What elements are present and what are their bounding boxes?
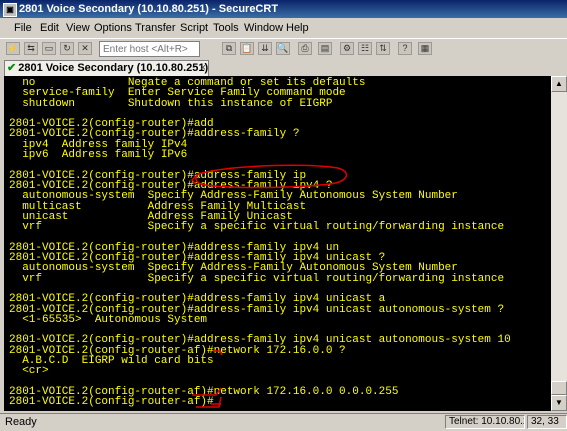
copy-paste-icon[interactable]: ⇊ (258, 42, 272, 55)
session-options-icon[interactable]: ⚙ (340, 42, 354, 55)
sftp-icon[interactable]: ⇅ (376, 42, 390, 55)
scroll-thumb[interactable] (551, 381, 567, 395)
terminal-line: ipv6 Address family IPv6 (9, 149, 188, 162)
menu-file[interactable]: File (14, 22, 32, 34)
app-icon: ▣ (3, 3, 17, 17)
help-icon[interactable]: ? (398, 42, 412, 55)
terminal-output[interactable]: no Negate a command or set its defaults … (4, 76, 551, 411)
session-tab-strip: ✔ 2801 Voice Secondary (10.10.80.251) × (0, 59, 567, 76)
connected-check-icon: ✔ (7, 62, 17, 74)
title-bar: ▣ 2801 Voice Secondary (10.10.80.251) - … (0, 0, 567, 18)
menu-script[interactable]: Script (180, 22, 208, 34)
terminal-line: vrf Specify a specific virtual routing/f… (9, 221, 505, 234)
terminal-line: <cr> (9, 365, 49, 378)
session-tab[interactable]: ✔ 2801 Voice Secondary (10.10.80.251) × (4, 60, 209, 76)
quick-connect-icon[interactable]: ⇆ (24, 42, 38, 55)
status-connection: Telnet: 10.10.80.251 (445, 415, 525, 429)
menu-options[interactable]: Options (94, 22, 132, 34)
menu-help[interactable]: Help (286, 22, 309, 34)
menu-window[interactable]: Window (244, 22, 283, 34)
host-input[interactable] (99, 41, 200, 57)
connect-icon[interactable]: ⚡ (6, 42, 20, 55)
terminal-line: vrf Specify a specific virtual routing/f… (9, 272, 505, 285)
menu-transfer[interactable]: Transfer (135, 22, 176, 34)
menu-tools[interactable]: Tools (213, 22, 239, 34)
terminal-line: 2801-VOICE.2(config-router)#address-fami… (9, 293, 386, 306)
disconnect-icon[interactable]: ✕ (78, 42, 92, 55)
find-icon[interactable]: 🔍 (276, 42, 290, 55)
scroll-up-icon[interactable]: ▲ (551, 76, 567, 92)
paste-icon[interactable]: 📋 (240, 42, 254, 55)
global-options-icon[interactable]: ☷ (358, 42, 372, 55)
status-bar: Ready Telnet: 10.10.80.251 32, 33 (0, 413, 567, 431)
connect-tab-icon[interactable]: ▭ (42, 42, 56, 55)
session-tab-label: 2801 Voice Secondary (10.10.80.251) (18, 62, 209, 74)
window-title: 2801 Voice Secondary (10.10.80.251) - Se… (19, 3, 279, 15)
reconnect-icon[interactable]: ↻ (60, 42, 74, 55)
status-cursor-position: 32, 33 (527, 415, 567, 429)
copy-icon[interactable]: ⧉ (222, 42, 236, 55)
menu-edit[interactable]: Edit (40, 22, 59, 34)
close-tab-icon[interactable]: × (200, 61, 206, 76)
print-selection-icon[interactable]: ▤ (318, 42, 332, 55)
scroll-down-icon[interactable]: ▼ (551, 395, 567, 411)
terminal-line: 2801-VOICE.2(config-router-af)# (9, 396, 214, 409)
status-ready: Ready (5, 416, 37, 428)
terminal-scrollbar[interactable]: ▲ ▼ (551, 76, 567, 411)
print-icon[interactable]: ⎙ (298, 42, 312, 55)
terminal-line: shutdown Shutdown this instance of EIGRP (9, 97, 333, 110)
keymap-icon[interactable]: ▦ (418, 42, 432, 55)
menu-bar: File Edit View Options Transfer Script T… (0, 19, 567, 38)
toolbar: ⚡ ⇆ ▭ ↻ ✕ ⧉ 📋 ⇊ 🔍 ⎙ ▤ ⚙ ☷ ⇅ ? ▦ (0, 38, 567, 59)
menu-view[interactable]: View (66, 22, 90, 34)
terminal-line: <1-65535> Autonomous System (9, 313, 208, 326)
terminal-line: A.B.C.D EIGRP wild card bits (9, 355, 214, 368)
